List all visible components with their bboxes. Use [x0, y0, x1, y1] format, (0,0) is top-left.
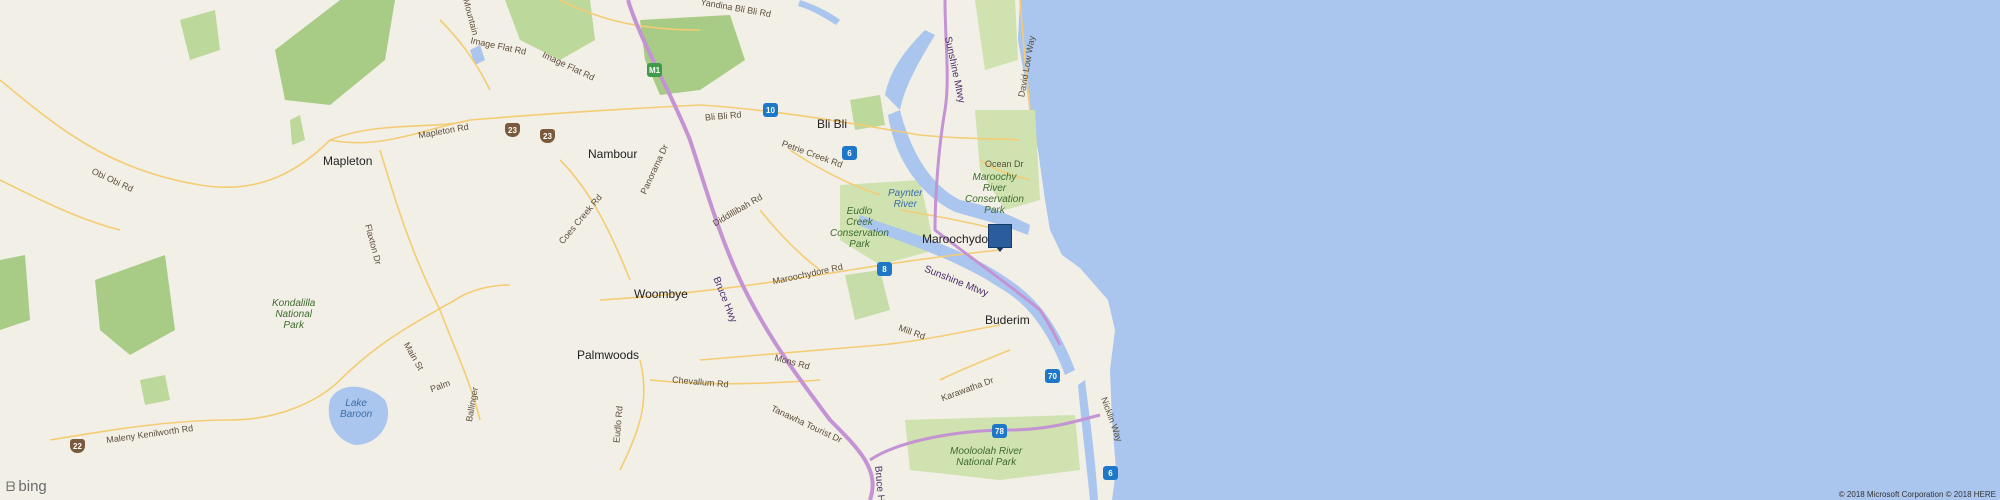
- route-shield: 8: [877, 262, 892, 276]
- park-label: Kondalilla National Park: [272, 298, 316, 331]
- route-shield: 10: [763, 103, 778, 117]
- route-shield: M1: [647, 63, 662, 77]
- park-label: Maroochy River Conservation Park: [965, 172, 1024, 216]
- location-marker-icon[interactable]: [988, 224, 1012, 252]
- route-shield: 22: [70, 439, 85, 453]
- road-label: Ocean Dr: [985, 159, 1024, 169]
- bing-logo: ᗷ bing: [6, 478, 47, 495]
- park-label: Eudlo Creek Conservation Park: [830, 206, 889, 250]
- town-label: Palmwoods: [577, 348, 640, 362]
- town-label: Bli Bli: [817, 117, 848, 131]
- town-label: Buderim: [985, 313, 1030, 327]
- town-label: Mapleton: [323, 154, 373, 168]
- route-shield: 70: [1045, 369, 1060, 383]
- route-shield: 23: [540, 129, 555, 143]
- water-label: Paynter River: [888, 188, 923, 210]
- route-shield: 6: [842, 146, 857, 160]
- route-shield: 23: [505, 123, 520, 137]
- park-label: Mooloolah River National Park: [950, 446, 1023, 468]
- route-shield: 6: [1103, 466, 1118, 480]
- copyright-notice: © 2018 Microsoft Corporation © 2018 HERE: [1838, 490, 1996, 499]
- map-canvas[interactable]: Bli Bli Nambour Mapleton Maroochydore Wo…: [0, 0, 2000, 500]
- water-label: Lake Baroon: [340, 398, 373, 420]
- town-label: Woombye: [634, 287, 688, 301]
- route-shield: 78: [992, 424, 1007, 438]
- bing-logo-icon: ᗷ: [6, 478, 16, 494]
- bing-brand-text: bing: [18, 478, 47, 495]
- town-label: Nambour: [588, 147, 638, 161]
- forest-area: [0, 255, 30, 330]
- forest-area: [140, 375, 170, 405]
